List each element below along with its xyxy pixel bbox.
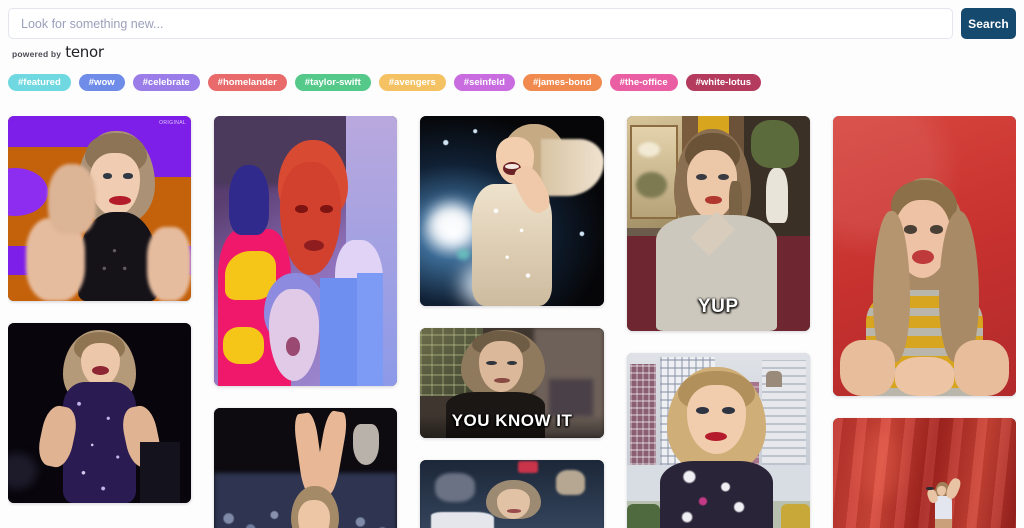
- search-input[interactable]: [8, 8, 953, 39]
- gif-taylor-crowd-blue[interactable]: [420, 460, 603, 528]
- gif-taylor-yup-interview[interactable]: YUP: [627, 116, 810, 331]
- tag-pill-white-lotus[interactable]: #white-lotus: [686, 74, 761, 91]
- tenor-attribution: powered by tenor: [12, 43, 104, 61]
- gif-taylor-arms-up-concert[interactable]: [214, 408, 397, 528]
- tenor-gif-picker: Search powered by tenor #featured #wow #ce…: [0, 0, 1024, 528]
- gif-taylor-psychedelic-crowd[interactable]: [214, 116, 397, 386]
- category-tag-list[interactable]: #featured #wow #celebrate #homelander #taylo…: [8, 73, 1016, 91]
- tag-pill-james-bond[interactable]: #james-bond: [523, 74, 602, 91]
- column-2: [214, 116, 397, 528]
- gif-watermark: ORIGINAL: [159, 120, 186, 126]
- tag-pill-featured[interactable]: #featured: [8, 74, 71, 91]
- tenor-logo: tenor: [65, 43, 103, 61]
- tag-pill-wow[interactable]: #wow: [79, 74, 125, 91]
- tag-pill-celebrate[interactable]: #celebrate: [133, 74, 200, 91]
- gif-taylor-rooftop-city[interactable]: [627, 353, 810, 528]
- search-button[interactable]: Search: [961, 8, 1016, 39]
- search-bar: Search: [8, 8, 1016, 39]
- column-1: ORIGINAL: [8, 116, 191, 528]
- tag-pill-the-office[interactable]: #the-office: [610, 74, 678, 91]
- gif-taylor-clapping-orange[interactable]: ORIGINAL: [8, 116, 191, 301]
- column-3: YOU KNOW IT: [420, 116, 603, 528]
- tag-pill-seinfeld[interactable]: #seinfeld: [454, 74, 515, 91]
- gif-taylor-you-know-it[interactable]: YOU KNOW IT: [420, 328, 603, 438]
- tag-pill-taylor-swift[interactable]: #taylor-swift: [295, 74, 371, 91]
- column-4: YUP: [627, 116, 810, 528]
- attribution-prefix: powered by: [12, 49, 61, 59]
- gif-results-grid: ORIGINAL: [8, 116, 1016, 528]
- gif-taylor-red-curtain-stage[interactable]: [833, 418, 1016, 528]
- tag-pill-homelander[interactable]: #homelander: [208, 74, 287, 91]
- gif-taylor-red-wall[interactable]: [833, 116, 1016, 396]
- gif-taylor-stage-purple-dress[interactable]: [8, 323, 191, 503]
- gif-taylor-singing-sparkle[interactable]: [420, 116, 603, 306]
- column-5: [833, 116, 1016, 528]
- tag-pill-avengers[interactable]: #avengers: [379, 74, 446, 91]
